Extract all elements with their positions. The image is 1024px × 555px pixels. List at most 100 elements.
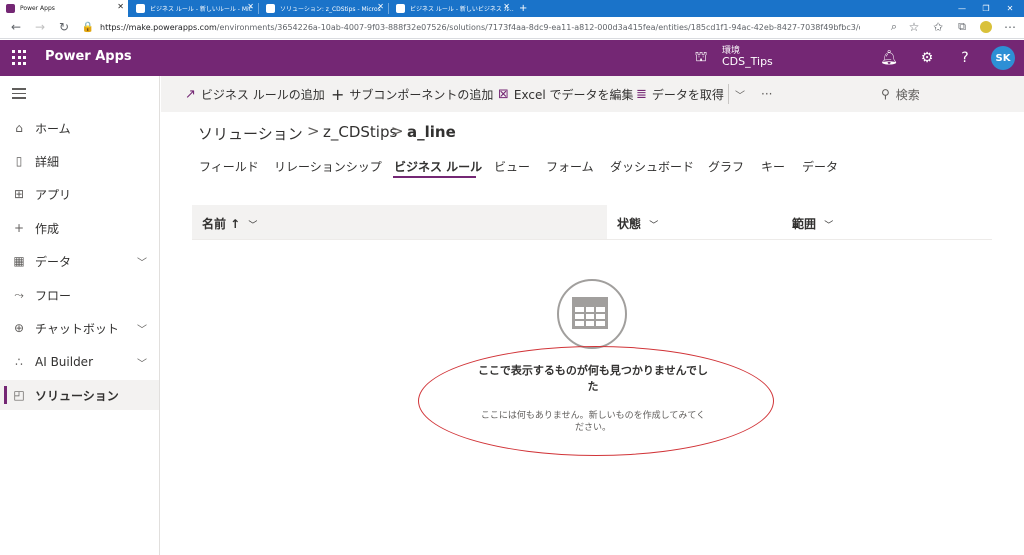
grid-header: 名前 ↑ ﹀ 状態 ﹀ 範囲 ﹀	[192, 205, 992, 240]
get-data-label: データを取得	[651, 87, 724, 102]
chevron-down-icon: ﹀	[824, 221, 834, 231]
sidebar-item-ai-builder[interactable]: ∴ AI Builder ﹀	[0, 347, 159, 377]
sidebar-item-label: フロー	[35, 288, 72, 303]
excel-edit-button[interactable]: ⊠ Excel でデータを編集	[498, 76, 634, 112]
more-commands-button[interactable]: ···	[761, 76, 772, 112]
breadcrumb-separator: >	[391, 122, 404, 140]
new-tab-button[interactable]: +	[514, 0, 532, 17]
sidebar-item-chatbot[interactable]: ⊕ チャットボット ﹀	[0, 313, 159, 343]
app-title[interactable]: Power Apps	[45, 49, 132, 64]
tab-data[interactable]: データ	[802, 158, 838, 175]
help-icon[interactable]: ?	[954, 47, 976, 69]
favorite-star-icon[interactable]: ☆	[906, 19, 922, 35]
sidebar-item-create[interactable]: + 作成	[0, 213, 159, 243]
tab-keys[interactable]: キー	[761, 158, 785, 175]
tab-forms[interactable]: フォーム	[546, 158, 594, 175]
breadcrumb-separator: >	[307, 122, 320, 140]
tab-business-rules[interactable]: ビジネス ルール	[394, 158, 482, 175]
command-bar: ↗ ビジネス ルールの追加 + サブコンポーネントの追加 ⊠ Excel でデー…	[161, 76, 1024, 112]
sidebar-item-home[interactable]: ⌂ ホーム	[0, 113, 159, 143]
browser-tab-label: Power Apps	[20, 5, 55, 12]
browser-tab-business-rule-1[interactable]: ビジネス ルール - 新しいルール - Mic ✕	[130, 0, 258, 17]
search-icon: ⚲	[881, 87, 890, 101]
powerapps-favicon-icon	[266, 4, 275, 13]
tab-fields[interactable]: フィールド	[199, 158, 259, 175]
rule-edit-icon: ↗	[185, 86, 196, 102]
browser-tab-label: ビジネス ルール - 新しいビジネス ル…	[410, 6, 514, 13]
sidebar-item-label: データ	[35, 254, 72, 269]
tab-dashboards[interactable]: ダッシュボード	[610, 158, 694, 175]
get-data-button[interactable]: ≣ データを取得	[636, 76, 724, 112]
close-tab-icon[interactable]: ✕	[247, 2, 254, 11]
window-close-icon[interactable]: ✕	[998, 0, 1022, 17]
search-box[interactable]: ⚲ 検索	[881, 82, 1021, 106]
book-icon: ▯	[15, 154, 23, 168]
browser-tab-label: ビジネス ルール - 新しいルール - Mic	[150, 6, 253, 13]
plus-icon: +	[13, 221, 25, 235]
environment-icon[interactable]: ⛫	[692, 49, 710, 67]
browser-tab-label: ソリューション: z_CDStips - Micros	[280, 6, 381, 13]
close-tab-icon[interactable]: ✕	[377, 2, 384, 11]
sidebar-item-label: アプリ	[35, 187, 72, 202]
database-icon: ≣	[636, 86, 647, 102]
chevron-down-icon[interactable]: ﹀	[137, 355, 147, 370]
refresh-icon[interactable]: ↻	[56, 19, 72, 35]
sidebar-item-data[interactable]: ▦ データ ﹀	[0, 246, 159, 276]
sidebar-item-solutions[interactable]: ◰ ソリューション	[0, 380, 159, 410]
sidebar-item-flow[interactable]: ⤳ フロー	[0, 280, 159, 310]
column-header-name[interactable]: 名前 ↑ ﹀	[202, 215, 257, 232]
chevron-down-icon: ﹀	[649, 221, 659, 231]
close-tab-icon[interactable]: ✕	[117, 2, 124, 11]
column-header-scope[interactable]: 範囲 ﹀	[792, 215, 833, 232]
minimize-icon[interactable]: —	[950, 0, 974, 17]
chevron-down-icon[interactable]: ﹀	[137, 254, 147, 269]
breadcrumb-solution-name[interactable]: z_CDStips	[323, 123, 397, 141]
column-header-status-label: 状態	[617, 217, 642, 231]
empty-table-icon	[572, 297, 608, 329]
add-business-rule-label: ビジネス ルールの追加	[200, 87, 325, 102]
add-subcomponent-button[interactable]: + サブコンポーネントの追加	[331, 76, 493, 112]
tab-relationships[interactable]: リレーションシップ	[274, 158, 382, 175]
powerapps-favicon-icon	[136, 4, 145, 13]
sidebar-item-learn[interactable]: ▯ 詳細	[0, 146, 159, 176]
url-path: /environments/3654226a-10ab-4007-9f03-88…	[216, 23, 860, 32]
ai-icon: ∴	[15, 355, 23, 369]
chevron-down-icon[interactable]: ﹀	[137, 321, 147, 336]
column-header-status[interactable]: 状態 ﹀	[617, 215, 658, 232]
chevron-down-icon[interactable]: ﹀	[735, 76, 745, 112]
notification-bell-icon[interactable]: 🔔︎	[878, 47, 900, 69]
browser-address-bar: ← → ↻ 🔒 https://make.powerapps.com/envir…	[0, 17, 1024, 39]
excel-icon: ⊠	[498, 86, 509, 102]
favorites-bar-icon[interactable]: ✩	[930, 19, 946, 35]
zoom-icon[interactable]: ⌕	[886, 19, 902, 35]
apps-icon: ⊞	[13, 187, 25, 201]
browser-tab-solution[interactable]: ソリューション: z_CDStips - Micros ✕	[260, 0, 388, 17]
lock-icon[interactable]: 🔒	[80, 19, 96, 35]
tab-views[interactable]: ビュー	[494, 158, 530, 175]
browser-menu-icon[interactable]: ⋯	[1002, 19, 1018, 35]
tab-charts[interactable]: グラフ	[708, 158, 744, 175]
settings-gear-icon[interactable]: ⚙	[916, 47, 938, 69]
browser-tab-business-rule-2[interactable]: ビジネス ルール - 新しいビジネス ル… ✕	[390, 0, 514, 17]
browser-tab-bar: Power Apps ✕ ビジネス ルール - 新しいルール - Mic ✕ ソ…	[0, 0, 1024, 17]
profile-icon[interactable]	[978, 19, 994, 35]
chevron-down-icon: ﹀	[248, 221, 258, 231]
user-avatar[interactable]: SK	[991, 46, 1015, 70]
breadcrumb-solutions[interactable]: ソリューション	[198, 123, 303, 144]
url-field[interactable]: https://make.powerapps.com/environments/…	[100, 20, 860, 36]
sidebar-item-label: ホーム	[35, 121, 71, 136]
collections-icon[interactable]: ⧉	[954, 19, 970, 35]
active-tab-indicator	[393, 176, 476, 178]
forward-icon[interactable]: →	[32, 19, 48, 35]
back-icon[interactable]: ←	[8, 19, 24, 35]
sidebar-item-label: チャットボット	[35, 321, 119, 336]
app-launcher-icon[interactable]	[12, 50, 28, 66]
add-business-rule-button[interactable]: ↗ ビジネス ルールの追加	[185, 76, 325, 112]
close-tab-icon[interactable]: ✕	[503, 2, 510, 11]
browser-tab-power-apps[interactable]: Power Apps ✕	[0, 0, 128, 17]
sidebar-item-apps[interactable]: ⊞ アプリ	[0, 179, 159, 209]
restore-icon[interactable]: ❐	[974, 0, 998, 17]
flow-icon: ⤳	[14, 287, 24, 302]
environment-name[interactable]: CDS_Tips	[722, 55, 773, 68]
collapse-menu-icon[interactable]	[12, 88, 26, 102]
